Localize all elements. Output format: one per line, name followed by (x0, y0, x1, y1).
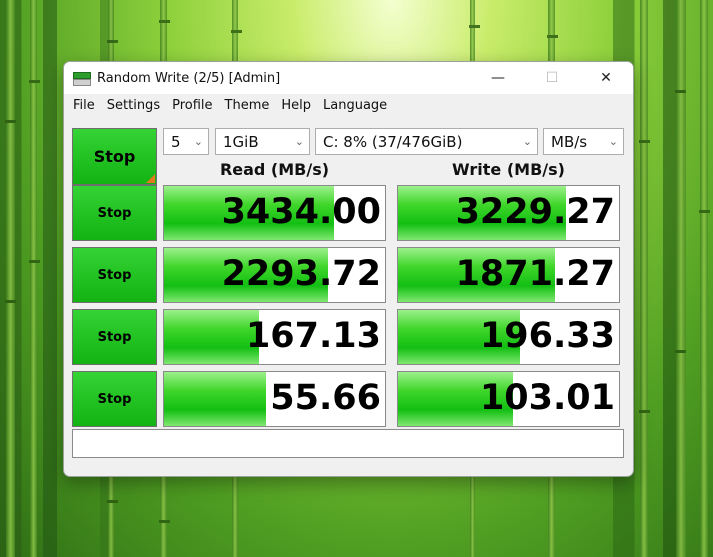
row2-stop-label: Stop (97, 267, 132, 283)
read-header: Read (MB/s) (219, 160, 330, 179)
row1-read-meter: 3434.00 (163, 185, 386, 241)
row4-read-value: 55.66 (270, 378, 381, 418)
menu-file[interactable]: File (68, 98, 100, 113)
stop-all-button[interactable]: Stop (72, 128, 157, 185)
row1-stop-label: Stop (97, 205, 132, 221)
test-size-value: 1GiB (223, 132, 259, 151)
chevron-down-icon: ⌄ (294, 135, 304, 148)
row3-read-value: 167.13 (245, 316, 381, 356)
row4-stop-button[interactable]: Stop (72, 371, 157, 427)
row3-read-bar (164, 310, 260, 364)
row1-write-meter: 3229.27 (397, 185, 620, 241)
row1-write-value: 3229.27 (455, 192, 615, 232)
app-window: Random Write (2/5) [Admin] — ☐ ✕ File Se… (63, 61, 634, 477)
test-count-value: 5 (171, 132, 181, 151)
close-button[interactable]: ✕ (579, 62, 633, 94)
menu-language[interactable]: Language (318, 98, 392, 113)
corner-marker (146, 174, 155, 183)
row4-read-meter: 55.66 (163, 371, 386, 427)
status-bar (72, 429, 624, 458)
write-header: Write (MB/s) (452, 160, 565, 179)
app-disk-icon (73, 70, 91, 86)
row4-read-bar (164, 372, 266, 426)
test-size-select[interactable]: 1GiB ⌄ (215, 128, 310, 155)
menu-theme[interactable]: Theme (220, 98, 275, 113)
minimize-button[interactable]: — (471, 62, 525, 94)
row3-stop-label: Stop (97, 329, 132, 345)
row1-stop-button[interactable]: Stop (72, 185, 157, 241)
test-count-select[interactable]: 5 ⌄ (163, 128, 209, 155)
stop-all-label: Stop (93, 147, 136, 166)
row4-write-value: 103.01 (479, 378, 615, 418)
window-title: Random Write (2/5) [Admin] (97, 70, 281, 86)
row4-write-meter: 103.01 (397, 371, 620, 427)
chevron-down-icon: ⌄ (193, 135, 203, 148)
row2-write-value: 1871.27 (455, 254, 615, 294)
unit-value: MB/s (551, 132, 588, 151)
row1-read-value: 3434.00 (221, 192, 381, 232)
chevron-down-icon: ⌄ (608, 135, 618, 148)
row3-write-meter: 196.33 (397, 309, 620, 365)
unit-select[interactable]: MB/s ⌄ (543, 128, 624, 155)
menu-help[interactable]: Help (276, 98, 316, 113)
drive-value: C: 8% (37/476GiB) (323, 132, 463, 151)
menu-profile[interactable]: Profile (167, 98, 217, 113)
row4-stop-label: Stop (97, 391, 132, 407)
drive-select[interactable]: C: 8% (37/476GiB) ⌄ (315, 128, 538, 155)
row2-write-meter: 1871.27 (397, 247, 620, 303)
menu-bar: File Settings Profile Theme Help Languag… (64, 94, 633, 116)
row2-read-value: 2293.72 (221, 254, 381, 294)
row3-read-meter: 167.13 (163, 309, 386, 365)
row2-read-meter: 2293.72 (163, 247, 386, 303)
row2-stop-button[interactable]: Stop (72, 247, 157, 303)
menu-settings[interactable]: Settings (102, 98, 165, 113)
row3-write-value: 196.33 (479, 316, 615, 356)
chevron-down-icon: ⌄ (522, 135, 532, 148)
row3-stop-button[interactable]: Stop (72, 309, 157, 365)
title-bar[interactable]: Random Write (2/5) [Admin] — ☐ ✕ (64, 62, 633, 94)
maximize-button[interactable]: ☐ (525, 62, 579, 94)
